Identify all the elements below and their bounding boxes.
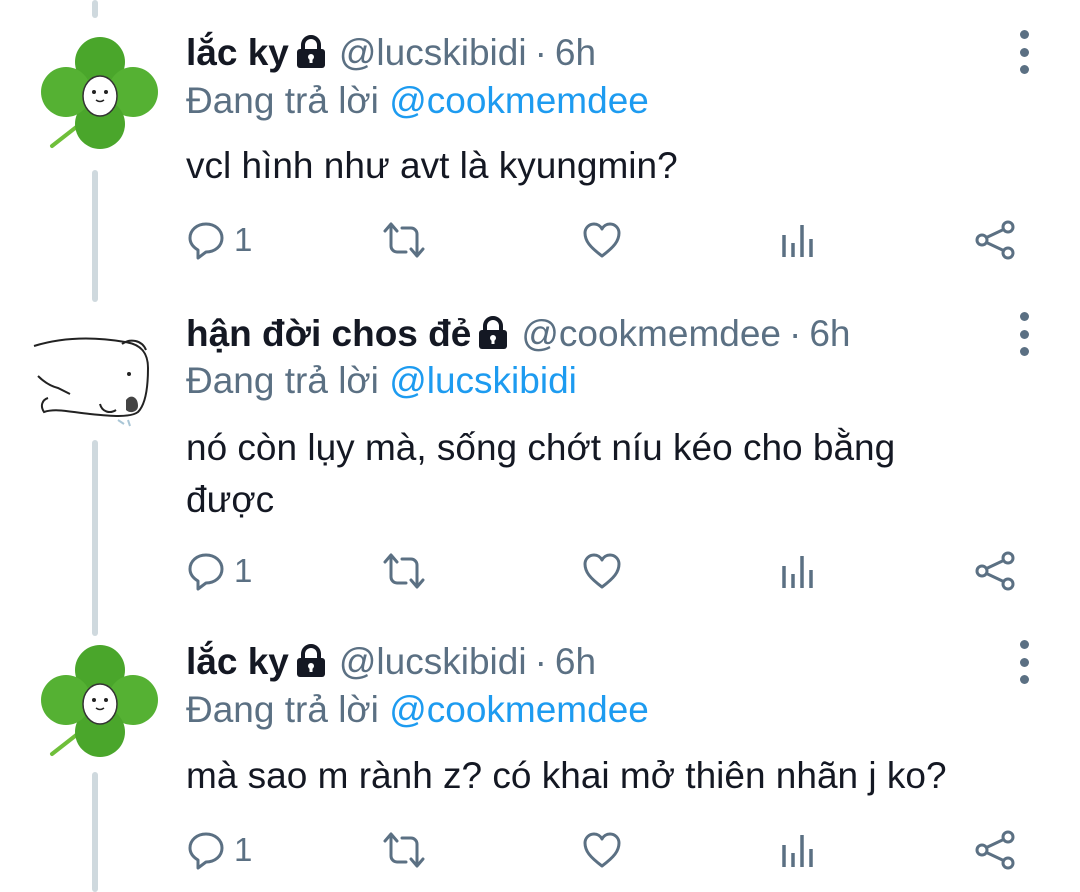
share-icon: [974, 830, 1016, 870]
replying-to: Đang trả lời @cookmemdee: [186, 689, 649, 731]
like-button[interactable]: [582, 828, 622, 872]
clover-avatar[interactable]: [38, 640, 163, 765]
user-handle[interactable]: @lucskibidi: [339, 641, 527, 682]
mention-link[interactable]: @cookmemdee: [389, 689, 649, 730]
share-button[interactable]: [974, 828, 1016, 872]
retweet-icon: [382, 830, 426, 870]
lock-icon: [295, 641, 327, 691]
analytics-icon: [780, 831, 814, 869]
retweet-button[interactable]: [382, 828, 426, 872]
reply-icon: [186, 830, 226, 870]
timestamp[interactable]: 6h: [555, 641, 596, 682]
separator-dot: ·: [534, 641, 547, 682]
like-icon: [582, 831, 622, 869]
reply-prefix: Đang trả lời: [186, 689, 379, 730]
analytics-button[interactable]: [780, 828, 814, 872]
reply-button[interactable]: 1: [186, 828, 252, 872]
display-name[interactable]: lắc ky: [186, 641, 289, 682]
reply-count: 1: [234, 831, 253, 868]
tweet[interactable]: lắc ky @lucskibidi · 6h Đang trả lời @cookm…: [0, 0, 1080, 892]
tweet-header: lắc ky @lucskibidi · 6h: [186, 637, 596, 687]
tweet-text: mà sao m rành z? có khai mở thiên nhãn j…: [186, 755, 947, 796]
more-icon[interactable]: [1012, 640, 1036, 684]
action-bar: 1: [186, 828, 1026, 872]
